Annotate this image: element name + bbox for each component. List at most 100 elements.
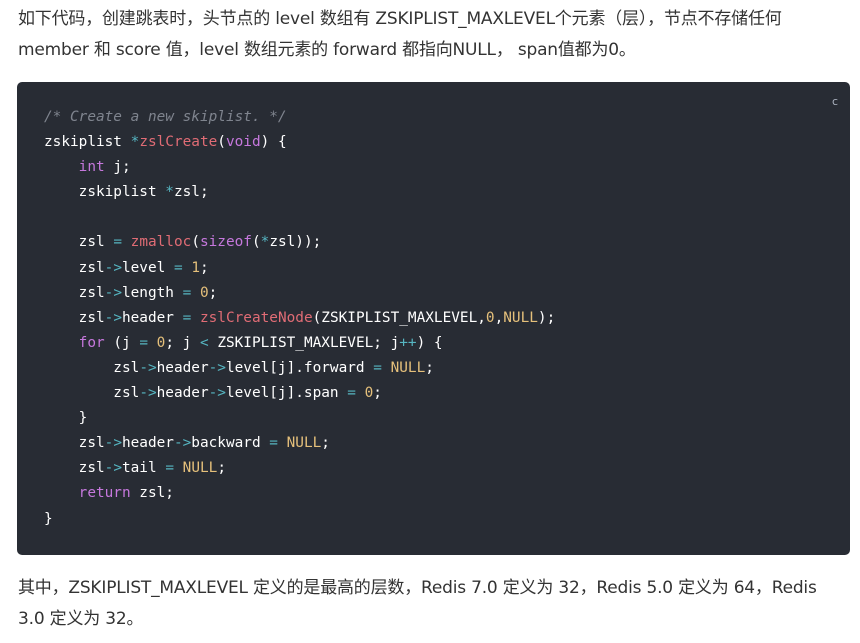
code-token: (ZSKIPLIST_MAXLEVEL, — [312, 309, 486, 326]
code-line: zsl->header = zslCreateNode(ZSKIPLIST_MA… — [44, 306, 556, 331]
code-token: -> — [139, 385, 157, 402]
code-token: -> — [104, 460, 122, 477]
code-token: level[j].span — [225, 385, 348, 402]
code-token: ); — [537, 309, 556, 326]
code-token: zsl — [44, 359, 140, 376]
code-token: -> — [104, 309, 122, 326]
code-token: 1 — [191, 259, 200, 276]
code-token: = — [182, 309, 192, 326]
code-token: = — [373, 359, 382, 376]
code-token: ( — [217, 134, 226, 151]
code-token: = — [182, 284, 192, 301]
code-token: -> — [104, 259, 122, 276]
code-line: zsl->level = 1; — [44, 256, 555, 281]
code-token: level — [121, 259, 174, 276]
code-token: zsl — [44, 435, 105, 452]
code-token: zsl — [44, 309, 105, 326]
intro-paragraph: 如下代码，创建跳表时，头节点的 level 数组有 ZSKIPLIST_MAXL… — [18, 9, 782, 60]
code-token: -> — [104, 435, 122, 452]
code-token: int — [78, 159, 105, 176]
code-token: ) { — [416, 334, 443, 351]
code-token: , — [494, 309, 504, 326]
code-token: -> — [104, 284, 122, 301]
code-line: zsl->header->level[j].span = 0; — [44, 381, 555, 406]
code-line: zsl->header->level[j].forward = NULL; — [44, 356, 555, 381]
code-token: zsl — [44, 284, 105, 301]
code-token: 0 — [364, 385, 374, 402]
code-token: = — [173, 259, 183, 276]
code-token: zsl; — [173, 184, 209, 201]
code-token: zsl — [44, 234, 114, 251]
code-token: zsl)); — [269, 234, 322, 251]
code-token: * — [260, 234, 270, 251]
code-token: = — [113, 234, 122, 251]
code-token: = — [347, 385, 356, 402]
code-token: /* Create a new skiplist. */ — [44, 109, 287, 125]
code-token: ( — [191, 234, 200, 251]
code-token: ; — [199, 259, 209, 276]
code-token: j; — [104, 159, 131, 176]
code-token: ; — [217, 460, 226, 477]
code-token: ; j — [165, 334, 200, 351]
code-token: level[j].forward — [225, 359, 374, 376]
code-token: ) { — [260, 134, 287, 151]
code-token: < — [199, 334, 209, 351]
code-token: 0 — [199, 284, 209, 301]
code-token: ( — [251, 234, 261, 251]
code-token: zmalloc — [130, 234, 192, 251]
code-line: } — [44, 406, 555, 431]
code-line: zskiplist *zslCreate(void) { — [44, 130, 555, 155]
code-token: ; — [373, 385, 382, 402]
code-token: tail — [121, 460, 166, 477]
code-token: (j — [104, 334, 140, 351]
code-token: = — [269, 435, 278, 452]
code-token: } — [44, 410, 88, 427]
code-token: = — [165, 460, 174, 477]
code-line: zsl->header->backward = NULL; — [44, 431, 555, 456]
code-token: zskiplist — [44, 134, 131, 151]
outro-paragraph: 其中，ZSKIPLIST_MAXLEVEL 定义的是最高的层数，Redis 7.… — [18, 578, 817, 629]
code-token: NULL — [286, 435, 322, 452]
code-token: 0 — [485, 309, 495, 326]
code-token: * — [165, 184, 174, 201]
code-line: zskiplist *zsl; — [44, 180, 555, 205]
code-token: ZSKIPLIST_MAXLEVEL; j — [208, 334, 400, 351]
code-block: c /* Create a new skiplist. */ zskiplist … — [17, 82, 850, 555]
code-line: for (j = 0; j < ZSKIPLIST_MAXLEVEL; j++)… — [44, 331, 555, 356]
code-token: -> — [208, 359, 226, 376]
code-line: zsl = zmalloc(sizeof(*zsl)); — [44, 230, 555, 255]
code-token: NULL — [182, 460, 218, 477]
code-token: zsl — [44, 259, 105, 276]
code-token: * — [130, 134, 140, 151]
code-token: zslCreate — [139, 134, 218, 151]
code-token: for — [78, 334, 105, 351]
code-token: header — [121, 435, 174, 452]
code-token: ; — [425, 359, 434, 376]
code-token: backward — [191, 435, 270, 452]
code-token: = — [139, 334, 148, 351]
code-token: length — [121, 284, 183, 301]
code-token: zslCreateNode — [199, 309, 313, 326]
code-line: zsl->tail = NULL; — [44, 456, 555, 481]
code-token: return — [78, 485, 131, 502]
code-token: } — [44, 510, 53, 527]
code-token: sizeof — [199, 234, 252, 251]
code-line: zsl->length = 0; — [44, 281, 555, 306]
code-token: -> — [173, 435, 192, 452]
code-line: } — [44, 507, 555, 532]
code-token: NULL — [390, 359, 426, 376]
code-token: void — [225, 134, 261, 151]
